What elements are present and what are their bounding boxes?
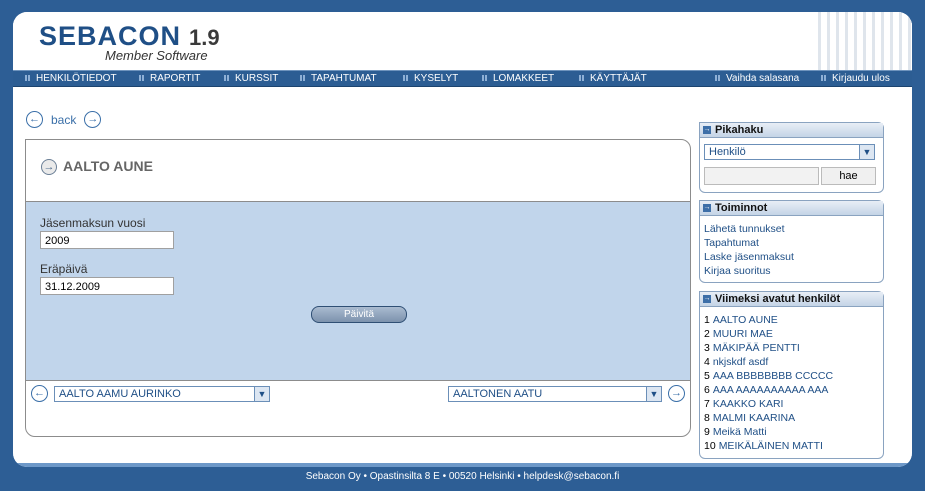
nav-item-kurssit[interactable]: KURSSIT <box>224 71 278 86</box>
recent-person-item[interactable]: 4 nkjskdf asdf <box>700 355 883 369</box>
chevron-down-icon: ▼ <box>646 387 661 401</box>
recent-person-item[interactable]: 3 MÄKIPÄÄ PENTTI <box>700 341 883 355</box>
year-input[interactable]: 2009 <box>40 231 174 249</box>
back-arrow-icon[interactable]: ← <box>26 111 43 129</box>
due-date-input[interactable]: 31.12.2009 <box>40 277 174 295</box>
action-events[interactable]: Tapahtumat <box>700 236 883 250</box>
person-panel: → AALTO AUNE Jäsenmaksun vuosi 2009 Eräpä… <box>25 139 691 437</box>
due-date-label: Eräpäivä <box>40 262 88 276</box>
recent-persons-header: → Viimeksi avatut henkilöt <box>700 292 883 307</box>
search-input[interactable] <box>704 167 819 185</box>
quick-search-header: → Pikahaku <box>700 123 883 138</box>
recent-person-item[interactable]: 5 AAA BBBBBBBB CCCCC <box>700 369 883 383</box>
search-button[interactable]: hae <box>821 167 876 185</box>
nav-bullet-icon <box>300 75 306 82</box>
action-send-credentials[interactable]: Lähetä tunnukset <box>700 222 883 236</box>
arrow-right-icon: → <box>41 159 57 176</box>
nav-item-raportit[interactable]: RAPORTIT <box>139 71 200 86</box>
nav-bullet-icon <box>224 75 230 82</box>
year-label: Jäsenmaksun vuosi <box>40 216 146 230</box>
recent-person-item[interactable]: 7 KAAKKO KARI <box>700 397 883 411</box>
action-record-payment[interactable]: Kirjaa suoritus <box>700 264 883 278</box>
logo-text: SEBACON <box>39 21 182 51</box>
nav-item-kayttajat[interactable]: KÄYTTÄJÄT <box>579 71 647 86</box>
next-person-select[interactable]: AALTONEN AATU ▼ <box>448 386 662 402</box>
content-area: ← back → → AALTO AUNE Jäsenmaksun vuosi 200… <box>13 87 912 467</box>
main-nav: HENKILÖTIEDOT RAPORTIT KURSSIT TAPAHTUMA… <box>13 70 912 87</box>
recent-person-item[interactable]: 2 MUURI MAE <box>700 327 883 341</box>
version-label: 1.9 <box>189 25 220 50</box>
nav-bullet-icon <box>715 75 721 82</box>
box-arrow-icon: → <box>703 295 711 304</box>
update-button[interactable]: Päivitä <box>311 306 407 323</box>
nav-item-henkilotiedot[interactable]: HENKILÖTIEDOT <box>25 71 117 86</box>
footer: Sebacon Oy • Opastinsilta 8 E • 00520 He… <box>305 471 620 482</box>
chevron-down-icon: ▼ <box>254 387 269 401</box>
header: SEBACON 1.9 Member Software <box>13 12 912 70</box>
nav-item-change-password[interactable]: Vaihda salasana <box>715 71 799 86</box>
content-inner: ← back → → AALTO AUNE Jäsenmaksun vuosi 200… <box>13 87 912 463</box>
next-arrow-icon[interactable]: → <box>668 385 685 402</box>
prev-person-select[interactable]: AALTO AAMU AURINKO ▼ <box>54 386 270 402</box>
quick-search-box: → Pikahaku Henkilö ▼ hae <box>699 122 884 193</box>
nav-item-kyselyt[interactable]: KYSELYT <box>403 71 458 86</box>
app-frame: SEBACON 1.9 Member Software HENKILÖTIEDOT… <box>13 12 912 467</box>
person-name: AALTO AUNE <box>63 158 153 174</box>
action-calc-fees[interactable]: Laske jäsenmaksut <box>700 250 883 264</box>
back-link[interactable]: back <box>51 113 76 127</box>
box-arrow-icon: → <box>703 126 711 135</box>
recent-person-item[interactable]: 10 MEIKÄLÄINEN MATTI <box>700 439 883 453</box>
forward-arrow-icon[interactable]: → <box>84 111 102 129</box>
recent-person-item[interactable]: 1 AALTO AUNE <box>700 313 883 327</box>
actions-header: → Toiminnot <box>700 201 883 216</box>
nav-bullet-icon <box>25 75 31 82</box>
nav-bullet-icon <box>482 75 488 82</box>
nav-item-logout[interactable]: Kirjaudu ulos <box>821 71 890 86</box>
membership-fee-form: Jäsenmaksun vuosi 2009 Eräpäivä 31.12.20… <box>26 201 690 381</box>
recent-person-item[interactable]: 6 AAA AAAAAAAAAA AAA <box>700 383 883 397</box>
person-title: → AALTO AUNE <box>41 158 153 176</box>
box-arrow-icon: → <box>703 204 711 213</box>
nav-bullet-icon <box>403 75 409 82</box>
nav-bullet-icon <box>579 75 585 82</box>
prev-arrow-icon[interactable]: ← <box>31 385 48 402</box>
chevron-down-icon: ▼ <box>859 145 874 159</box>
nav-item-lomakkeet[interactable]: LOMAKKEET <box>482 71 554 86</box>
recent-person-item[interactable]: 9 Meikä Matti <box>700 425 883 439</box>
nav-bullet-icon <box>821 75 827 82</box>
logo-subtitle: Member Software <box>105 48 208 63</box>
back-row: ← back → <box>26 111 102 131</box>
header-decoration <box>812 12 912 70</box>
search-type-select[interactable]: Henkilö ▼ <box>704 144 875 160</box>
actions-box: → Toiminnot Lähetä tunnukset Tapahtumat L… <box>699 200 884 283</box>
nav-item-tapahtumat[interactable]: TAPAHTUMAT <box>300 71 377 86</box>
nav-bullet-icon <box>139 75 145 82</box>
recent-persons-box: → Viimeksi avatut henkilöt 1 AALTO AUNE 2M… <box>699 291 884 459</box>
recent-person-item[interactable]: 8 MALMI KAARINA <box>700 411 883 425</box>
